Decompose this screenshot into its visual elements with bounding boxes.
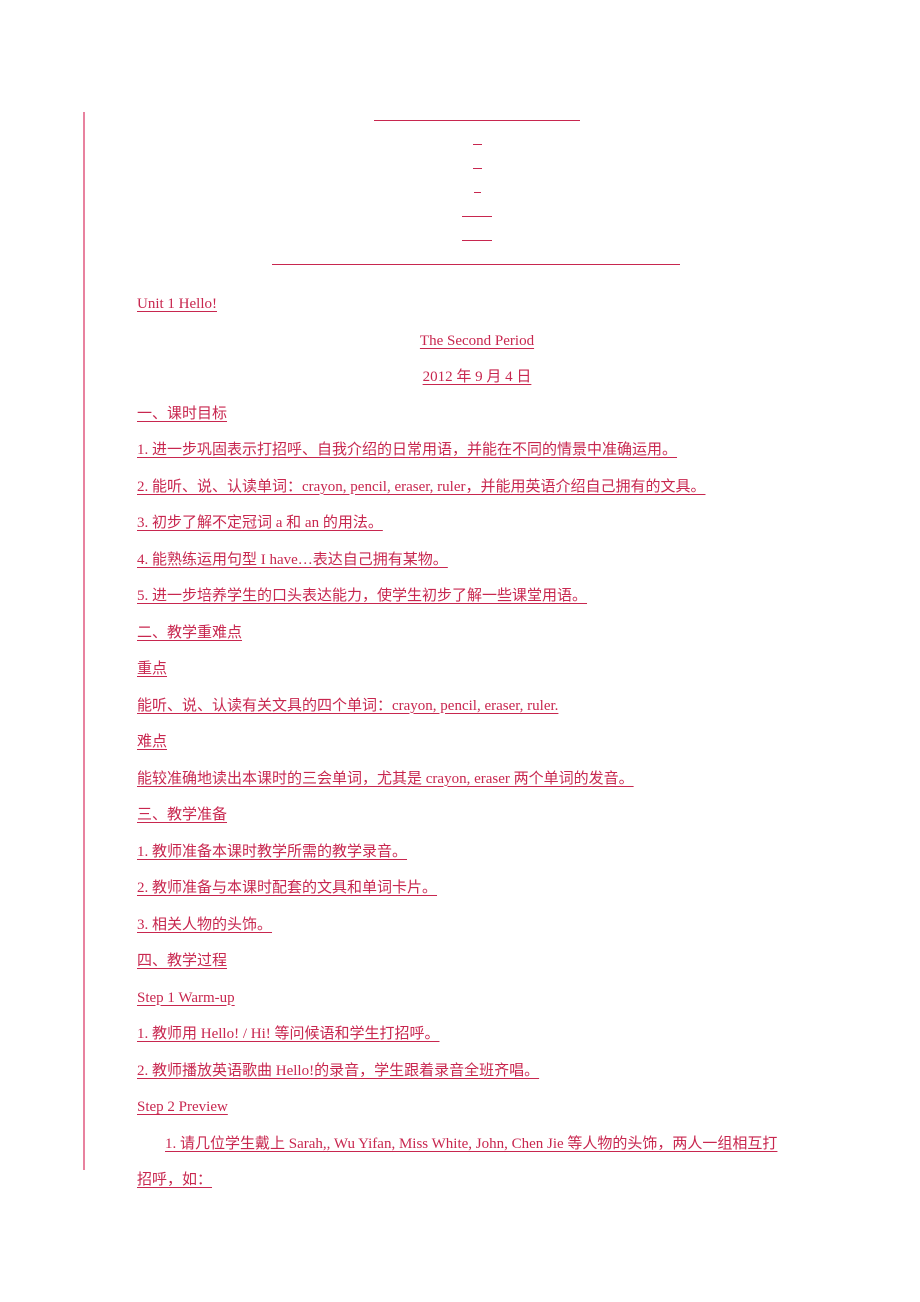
blank-field-1-underline[interactable] — [473, 144, 482, 145]
section-3-item-3-text: 3. 相关人物的头饰。 — [137, 916, 273, 933]
blank-field-2-underline[interactable] — [473, 168, 482, 169]
document-page: Unit 1 Hello! The Second Period 2012 年 9… — [0, 0, 920, 1302]
unit-title: Unit 1 Hello! — [137, 286, 817, 323]
lesson-date: 2012 年 9 月 4 日 — [137, 359, 817, 396]
section-item: Step 1 Warm-up — [137, 980, 817, 1017]
blank-field-row-3 — [137, 176, 817, 200]
section-2-heading-text: 二、教学重难点 — [137, 624, 243, 641]
section-4-item-3-text: 2. 教师播放英语歌曲 Hello!的录音，学生跟着录音全班齐唱。 — [137, 1062, 540, 1079]
section-item: 2. 能听、说、认读单词：crayon, pencil, eraser, rul… — [137, 469, 817, 506]
section-3-item-1-text: 1. 教师准备本课时教学所需的教学录音。 — [137, 843, 408, 860]
section-2-item-2-text: 能听、说、认读有关文具的四个单词：crayon, pencil, eraser,… — [137, 697, 559, 714]
section-item: 3. 相关人物的头饰。 — [137, 907, 817, 944]
section-item: 难点 — [137, 724, 817, 761]
blank-field-row-1 — [137, 128, 817, 152]
lesson-date-text: 2012 年 9 月 4 日 — [422, 369, 532, 385]
horizontal-rule — [272, 264, 680, 265]
section-2-item-3-text: 难点 — [137, 734, 168, 750]
blank-field-row-4 — [137, 200, 817, 224]
blank-field-5-underline[interactable] — [462, 240, 492, 241]
final-paragraph-text: 1. 请几位学生戴上 Sarah,, Wu Yifan, Miss White,… — [137, 1135, 778, 1189]
section-1-heading-text: 一、课时目标 — [137, 405, 228, 422]
section-4-heading-text: 四、教学过程 — [137, 953, 228, 969]
section-item: 能听、说、认读有关文具的四个单词：crayon, pencil, eraser,… — [137, 688, 817, 725]
period-title-text: The Second Period — [419, 332, 535, 349]
section-1-item-4-text: 4. 能熟练运用句型 I have…表达自己拥有某物。 — [137, 551, 448, 568]
section-2-item-4-text: 能较准确地读出本课时的三会单词，尤其是 crayon, eraser 两个单词的… — [137, 770, 634, 787]
blank-field-3-underline[interactable] — [474, 192, 481, 193]
document-content: Unit 1 Hello! The Second Period 2012 年 9… — [137, 104, 817, 1199]
section-item: 5. 进一步培养学生的口头表达能力，使学生初步了解一些课堂用语。 — [137, 578, 817, 615]
blank-title-underline[interactable] — [374, 120, 580, 121]
final-paragraph: 1. 请几位学生戴上 Sarah,, Wu Yifan, Miss White,… — [137, 1126, 792, 1199]
section-heading: 四、教学过程 — [137, 943, 817, 980]
section-2-item-1-text: 重点 — [137, 661, 168, 677]
unit-title-text: Unit 1 Hello! — [137, 296, 217, 312]
blank-field-4-underline[interactable] — [462, 216, 492, 217]
section-4-item-1-text: Step 1 Warm-up — [137, 989, 235, 1006]
section-heading: 二、教学重难点 — [137, 615, 817, 652]
section-item: 4. 能熟练运用句型 I have…表达自己拥有某物。 — [137, 542, 817, 579]
section-heading: 三、教学准备 — [137, 797, 817, 834]
section-item: 1. 教师准备本课时教学所需的教学录音。 — [137, 834, 817, 871]
section-item: 2. 教师准备与本课时配套的文具和单词卡片。 — [137, 870, 817, 907]
blank-field-row-title — [137, 104, 817, 128]
section-4-item-4-text: Step 2 Preview — [137, 1099, 228, 1115]
blank-field-row-5 — [137, 224, 817, 248]
section-1-item-5-text: 5. 进一步培养学生的口头表达能力，使学生初步了解一些课堂用语。 — [137, 588, 588, 604]
section-3-heading-text: 三、教学准备 — [137, 807, 228, 823]
section-4-item-2-text: 1. 教师用 Hello! / Hi! 等问候语和学生打招呼。 — [137, 1026, 440, 1042]
section-1-item-1-text: 1. 进一步巩固表示打招呼、自我介绍的日常用语，并能在不同的情景中准确运用。 — [137, 442, 678, 458]
section-item: 重点 — [137, 651, 817, 688]
section-heading: 一、课时目标 — [137, 396, 817, 433]
section-item: 3. 初步了解不定冠词 a 和 an 的用法。 — [137, 505, 817, 542]
section-item: 2. 教师播放英语歌曲 Hello!的录音，学生跟着录音全班齐唱。 — [137, 1053, 817, 1090]
period-title: The Second Period — [137, 323, 817, 360]
section-1-item-2-text: 2. 能听、说、认读单词：crayon, pencil, eraser, rul… — [137, 478, 706, 495]
blank-field-row-2 — [137, 152, 817, 176]
section-item: 1. 进一步巩固表示打招呼、自我介绍的日常用语，并能在不同的情景中准确运用。 — [137, 432, 817, 469]
section-3-item-2-text: 2. 教师准备与本课时配套的文具和单词卡片。 — [137, 880, 438, 896]
section-item: 1. 教师用 Hello! / Hi! 等问候语和学生打招呼。 — [137, 1016, 817, 1053]
horizontal-rule-row — [137, 248, 817, 272]
section-item: 能较准确地读出本课时的三会单词，尤其是 crayon, eraser 两个单词的… — [137, 761, 817, 798]
revision-change-bar — [83, 112, 85, 1170]
section-1-item-3-text: 3. 初步了解不定冠词 a 和 an 的用法。 — [137, 515, 383, 531]
section-item: Step 2 Preview — [137, 1089, 817, 1126]
